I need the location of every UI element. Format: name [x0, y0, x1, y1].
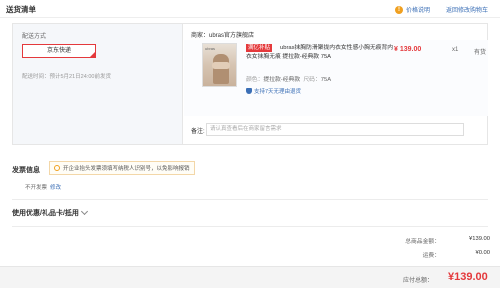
product-quantity: x1 [452, 47, 459, 53]
delivery-method-label: 京东快递 [46, 48, 71, 54]
product-spec: 颜色：提拉款-经典款 尺码：75A [246, 74, 331, 83]
order-box: 配送方式 京东快递 配送时间：预计5月21日24:00前发货 商家：ubras官… [12, 23, 488, 145]
coupon-toggle[interactable]: 使用优惠/礼品卡/抵用 [12, 207, 88, 218]
goods-total-label: 总商品金额： [405, 239, 440, 245]
spec-size-key: 尺码： [303, 77, 321, 83]
remark-label: 备注: [191, 129, 205, 135]
shipping-label: 运费： [422, 253, 440, 259]
payable-bar: 应付总额： ¥139.00 [0, 266, 500, 288]
page-header: 送货清单 ! 价格说明 返回修改购物车 [0, 0, 500, 18]
product-figure [213, 54, 229, 84]
invoice-edit-link[interactable]: 修改 [50, 185, 61, 191]
shipping-row: 运费： ¥0.00 [380, 250, 490, 259]
spec-size-value: 75A [320, 77, 332, 83]
spec-color-key: 颜色： [246, 77, 264, 83]
divider [12, 226, 488, 227]
back-to-cart-link[interactable]: 返回修改购物车 [446, 5, 488, 14]
goods-total-row: 总商品金额： ¥139.00 [380, 236, 490, 245]
price-note-label: 价格说明 [406, 8, 431, 14]
shop-name: 商家：ubras官方旗舰店 [191, 33, 255, 39]
shield-icon [246, 88, 252, 94]
payable-value: ¥139.00 [448, 271, 488, 283]
return-guarantee: 支持7天无理由退货 [246, 87, 301, 95]
invoice-status: 不开发票 修改 [25, 183, 61, 191]
product-image-brand: ubras [205, 46, 216, 51]
coupon-title: 使用优惠/礼品卡/抵用 [12, 210, 79, 217]
tip-icon [54, 165, 60, 171]
delivery-method-option[interactable]: 京东快递 [22, 44, 96, 58]
product-bra [212, 62, 230, 69]
product-price: ¥ 139.00 [394, 46, 422, 53]
spec-color-value: 提拉款-经典款 [263, 77, 301, 83]
info-icon: ! [395, 5, 403, 14]
delivery-panel: 配送方式 京东快递 配送时间：预计5月21日24:00前发货 [13, 24, 183, 144]
goods-total-value: ¥139.00 [469, 236, 490, 242]
divider [12, 199, 488, 200]
page-title: 送货清单 [6, 5, 36, 14]
delivery-label: 配送方式 [22, 34, 47, 40]
shipping-value: ¥0.00 [475, 250, 490, 256]
remark-input[interactable]: 请认真查看后在商家留言需求 [206, 123, 464, 136]
product-image[interactable]: ubras [202, 43, 237, 87]
invoice-tip-text: 开企业抬头发票须填写纳税人识别号，以免影响报销 [63, 166, 190, 172]
product-row: ubras ubras抹胸防滑聚拢内衣女性感小胸无痕背内衣女抹胸无痕 提拉款-经… [184, 40, 488, 116]
invoice-title: 发票信息 [12, 167, 40, 174]
product-tag: 满亿补贴 [246, 44, 273, 52]
invoice-tip: 开企业抬头发票须填写纳税人识别号，以免影响报销 [49, 161, 195, 175]
return-guarantee-label: 支持7天无理由退货 [254, 89, 302, 95]
stock-status: 有货 [474, 50, 487, 56]
delivery-time: 配送时间：预计5月21日24:00前发货 [22, 74, 111, 80]
selected-corner-icon [89, 51, 96, 58]
invoice-status-text: 不开发票 [25, 185, 48, 191]
chevron-down-icon [80, 207, 88, 216]
price-note-link[interactable]: ! 价格说明 [395, 5, 430, 14]
payable-label: 应付总额： [403, 278, 434, 284]
